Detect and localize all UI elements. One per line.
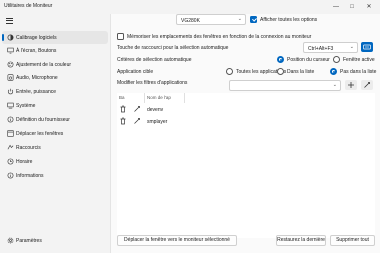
keyboard-button[interactable]: [361, 42, 373, 52]
sidebar-item-calibrage[interactable]: Calibrage logiciels: [2, 31, 108, 44]
clock-icon: [7, 158, 14, 165]
sidebar-item-settings[interactable]: Paramètres: [2, 234, 108, 247]
remember-positions-label: Mémoriser les emplacements des fenêtres …: [127, 34, 312, 40]
window-move-icon: [7, 130, 14, 137]
main-content: VG280K ⌄ Afficher toutes les options Mém…: [110, 14, 380, 253]
filter-app-select[interactable]: ⌄: [229, 80, 341, 91]
app-name: devenv: [147, 106, 164, 113]
criteria-active-window-radio[interactable]: [333, 56, 340, 63]
window-title: Utilitaires de Moniteur: [4, 3, 53, 9]
sidebar: Calibrage logiciels À l'écran, Boutons A…: [0, 14, 110, 253]
restore-last-button[interactable]: Restaurez la dernière: [276, 235, 326, 246]
hotkey-label: Touche de raccourci pour la sélection au…: [117, 45, 229, 51]
speaker-icon: [7, 74, 14, 81]
sidebar-item-deplacer[interactable]: Déplacer les fenêtres: [2, 127, 108, 140]
keyboard-icon: [363, 44, 371, 50]
monitor-buttons-icon: [7, 47, 14, 54]
target-not-in-list-radio[interactable]: [330, 68, 337, 75]
column-header[interactable]: Ba: [117, 93, 145, 103]
system-icon: [7, 102, 14, 109]
sidebar-item-label: Horaire: [16, 158, 33, 165]
show-all-options-checkbox[interactable]: [250, 16, 257, 23]
crosshair-icon: [364, 82, 370, 88]
sidebar-item-label: Entrée, puissance: [16, 88, 57, 95]
criteria-cursor-radio[interactable]: [277, 56, 284, 63]
target-in-list-radio[interactable]: [277, 68, 284, 75]
hotkey-select[interactable]: Ctrl+Alt+F3 ⌄: [303, 42, 358, 53]
info-icon: [7, 116, 14, 123]
chevron-down-icon: ⌄: [237, 16, 242, 22]
monitor-select[interactable]: VG280K ⌄: [176, 14, 246, 25]
sidebar-item-label: Audio, Microphone: [16, 74, 58, 81]
plus-icon: [348, 82, 354, 88]
sidebar-item-horaire[interactable]: Horaire: [2, 155, 108, 168]
chevron-down-icon: ⌄: [332, 82, 337, 88]
target-app-label: Application cible: [117, 69, 154, 75]
sidebar-item-raccourcis[interactable]: Raccourcis: [2, 141, 108, 154]
sidebar-item-label: Déplacer les fenêtres: [16, 130, 64, 137]
app-name: smplayer: [147, 118, 168, 125]
sidebar-item-label: Calibrage logiciels: [16, 34, 57, 41]
delete-all-button[interactable]: Supprimer tout: [330, 235, 375, 246]
sidebar-item-label: Informations: [16, 172, 44, 179]
target-not-in-list-label: Pas dans la liste: [340, 69, 377, 75]
column-header[interactable]: Nom de l'ap: [145, 93, 185, 103]
sidebar-item-audio[interactable]: Audio, Microphone: [2, 71, 108, 84]
criteria-active-window-label: Fenêtre active: [343, 57, 375, 63]
monitor-select-value: VG280K: [181, 17, 200, 24]
table-row[interactable]: smplayer: [117, 115, 375, 127]
title-bar: Utilitaires de Moniteur — □ ✕: [0, 0, 380, 14]
close-button[interactable]: ✕: [363, 2, 375, 12]
pick-window-button[interactable]: [361, 80, 373, 90]
sidebar-item-label: À l'écran, Boutons: [16, 47, 57, 54]
sidebar-item-label: Raccourcis: [16, 144, 41, 151]
sidebar-item-label: Ajustement de la couleur: [16, 61, 72, 68]
filter-table: Ba Nom de l'ap devenv smplayer: [117, 93, 375, 238]
shortcut-icon: [7, 144, 14, 150]
sidebar-item-label: Système: [16, 102, 36, 109]
criteria-cursor-label: Position du curseur: [287, 57, 330, 63]
power-icon: [7, 88, 14, 95]
sidebar-item-informations[interactable]: Informations: [2, 169, 108, 182]
maximize-button[interactable]: □: [346, 2, 358, 12]
minimize-button[interactable]: —: [330, 2, 342, 12]
sidebar-item-ecran-boutons[interactable]: À l'écran, Boutons: [2, 44, 108, 57]
modify-filters-label: Modifier les filtres d'applications: [117, 80, 188, 86]
trash-icon[interactable]: [119, 117, 127, 125]
crosshair-icon[interactable]: [133, 105, 141, 113]
sidebar-item-couleur[interactable]: Ajustement de la couleur: [2, 58, 108, 71]
brightness-icon: [7, 34, 14, 41]
show-all-options-label: Afficher toutes les options: [260, 17, 318, 23]
sidebar-item-systeme[interactable]: Système: [2, 99, 108, 112]
sidebar-item-entree[interactable]: Entrée, puissance: [2, 85, 108, 98]
info-circle-icon: [7, 172, 14, 179]
menu-icon[interactable]: [6, 16, 14, 24]
hotkey-value: Ctrl+Alt+F3: [308, 45, 334, 52]
sidebar-item-label: Définition du fournisseur: [16, 116, 70, 123]
table-row[interactable]: devenv: [117, 103, 375, 115]
chevron-down-icon: ⌄: [349, 44, 354, 50]
crosshair-icon[interactable]: [133, 117, 141, 125]
remember-positions-checkbox[interactable]: [117, 33, 124, 40]
gear-icon: [7, 237, 14, 244]
criteria-label: Critères de sélection automatique: [117, 57, 192, 63]
sidebar-item-fournisseur[interactable]: Définition du fournisseur: [2, 113, 108, 126]
move-window-button[interactable]: Déplacer la fenêtre vers le moniteur sél…: [117, 235, 237, 246]
palette-icon: [7, 61, 14, 68]
add-filter-button[interactable]: [345, 80, 357, 90]
target-in-list-label: Dans la liste: [287, 69, 315, 75]
target-all-radio[interactable]: [226, 68, 233, 75]
settings-label: Paramètres: [16, 237, 42, 244]
trash-icon[interactable]: [119, 105, 127, 113]
